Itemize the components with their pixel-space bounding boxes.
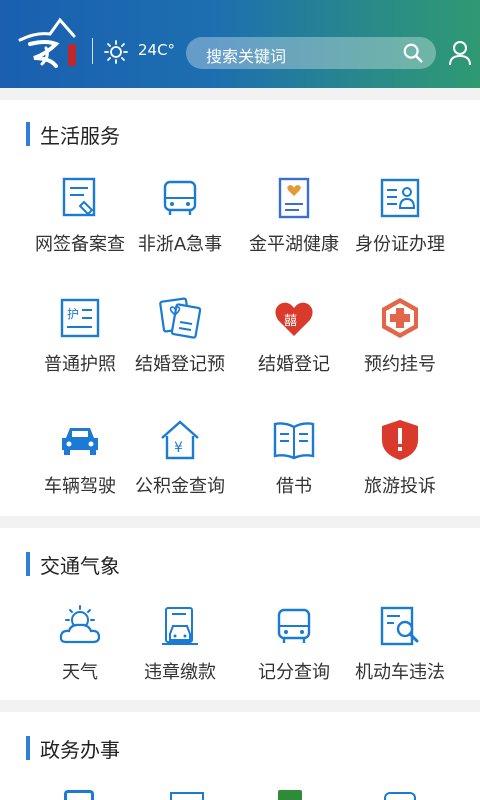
section-traffic-weather: 交通气象 天气 违章缴款 记分查询 机动车违法 (0, 528, 480, 700)
section-title: 政务办事 (26, 736, 120, 762)
section-government-affairs: 政务办事 (0, 712, 480, 800)
service-item[interactable]: 违章缴款 (120, 604, 240, 684)
service-item[interactable]: 旅游投诉 (340, 418, 460, 498)
bus-icon (163, 180, 197, 215)
car-icon (62, 428, 98, 455)
partial-icon (64, 790, 94, 800)
partial-icon (278, 790, 302, 800)
service-item[interactable]: 非浙A急事 (120, 176, 240, 256)
section-accent-bar (26, 122, 30, 146)
section-accent-bar (26, 552, 30, 576)
health-card-icon (278, 177, 310, 219)
section-title: 生活服务 (26, 122, 120, 148)
service-item[interactable]: 身份证办理 (340, 176, 460, 256)
svg-text:囍: 囍 (284, 314, 297, 329)
partial-icon (170, 792, 204, 800)
section-accent-bar (26, 736, 30, 760)
alert-shield-icon (382, 420, 418, 460)
service-item[interactable]: 机动车违法 (340, 604, 460, 684)
bus-icon (277, 608, 311, 643)
user-icon[interactable] (448, 40, 472, 66)
sun-icon (104, 40, 128, 64)
contract-icon (62, 177, 96, 217)
id-card-icon (380, 178, 420, 218)
service-item[interactable]: 囍 结婚登记 (234, 296, 354, 376)
service-item[interactable]: 金平湖健康 (234, 176, 354, 256)
header-divider (92, 38, 93, 64)
temperature-text: 24C° (138, 41, 176, 59)
service-item[interactable]: 借书 (234, 418, 354, 498)
search-placeholder[interactable]: 搜索关键词 (206, 43, 286, 67)
hospital-cross-icon (382, 298, 418, 338)
service-item[interactable]: 预约挂号 (340, 296, 460, 376)
service-item[interactable]: ¥ 公积金查询 (120, 418, 240, 498)
service-item[interactable]: 结婚登记预 (120, 296, 240, 376)
svg-text:护: 护 (67, 307, 79, 321)
book-icon (273, 422, 315, 460)
section-life-services: 生活服务 网签备案查 非浙A急事 金平湖健康 身份证办理 护 普通护照 结婚登记… (0, 100, 480, 516)
search-icon[interactable] (402, 42, 424, 64)
search-document-icon (380, 606, 419, 646)
housing-fund-icon: ¥ (161, 420, 199, 460)
marriage-cards-icon (159, 297, 202, 339)
section-title: 交通气象 (26, 552, 120, 578)
double-happiness-icon: 囍 (275, 302, 313, 336)
app-header: 24C° 搜索关键词 (0, 0, 480, 88)
weather-icon (59, 605, 101, 644)
svg-text:¥: ¥ (174, 440, 183, 456)
search-bar[interactable]: 搜索关键词 (186, 37, 436, 69)
service-item[interactable]: 记分查询 (234, 604, 354, 684)
city-logo (18, 17, 76, 68)
passport-icon: 护 (60, 298, 100, 338)
partial-icon (384, 792, 416, 800)
violation-payment-icon (162, 607, 198, 645)
